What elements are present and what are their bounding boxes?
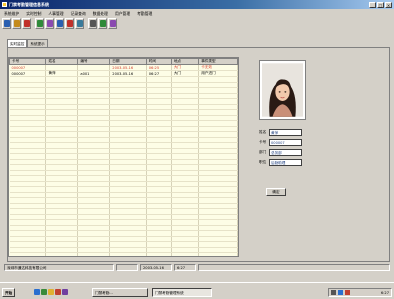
- tab-strip: 实时监控 系统提示: [7, 39, 48, 47]
- card-number-field[interactable]: 000007: [269, 138, 302, 146]
- toolbar-print-button[interactable]: [88, 18, 97, 29]
- taskbar: 开始 门禁考勤... 门禁考勤管理系统 6:27: [0, 282, 394, 299]
- toolbar-user-button[interactable]: [2, 18, 11, 29]
- status-time: 6:27: [174, 264, 196, 271]
- status-bar: 深圳市通达科技有限公司 2003-05-16 6:27: [4, 264, 390, 271]
- task-button-2[interactable]: 门禁考勤管理系统: [152, 288, 212, 297]
- task-button-1[interactable]: 门禁考勤...: [92, 288, 148, 297]
- menu-system[interactable]: 系统维护: [4, 10, 19, 17]
- table-cell: [146, 252, 172, 256]
- toolbar: [2, 18, 117, 30]
- status-blank-2: [198, 264, 390, 271]
- table-cell: [171, 252, 200, 256]
- record-icon: [46, 20, 53, 27]
- help-icon: [99, 20, 106, 27]
- menu-bar: 系统维护 实时控制 人事管理 记录查询 数据处理 用户管理 考勤管理: [0, 10, 394, 17]
- user-icon: [3, 20, 10, 27]
- toolbar-exit-button[interactable]: [108, 18, 117, 29]
- door-icon: [23, 20, 30, 27]
- tab-monitor[interactable]: 实时监控: [7, 39, 28, 47]
- title-bar: 门禁考勤管理信息系统 _ □ ×: [0, 0, 394, 9]
- toolbar-key-button[interactable]: [12, 18, 21, 29]
- ime-icon[interactable]: [345, 290, 350, 295]
- event-grid[interactable]: 卡号 姓名 编号 日期 时间 地点 事件类型 000007 2003-05-16 06:25 大门…: [8, 57, 239, 257]
- menu-realtime[interactable]: 实时控制: [26, 10, 41, 17]
- confirm-button[interactable]: 确定: [266, 188, 286, 196]
- clock-icon: [66, 20, 73, 27]
- close-button[interactable]: ×: [385, 1, 392, 8]
- menu-records[interactable]: 记录查询: [71, 10, 86, 17]
- table-cell: [9, 252, 47, 256]
- toolbar-card-button[interactable]: [35, 18, 44, 29]
- mail-icon[interactable]: [55, 289, 61, 295]
- person-photo: [259, 60, 306, 120]
- report-icon: [56, 20, 63, 27]
- start-button[interactable]: 开始: [2, 288, 16, 297]
- field-name-label: 姓名: [259, 129, 267, 134]
- menu-data[interactable]: 数据处理: [93, 10, 108, 17]
- tray-clock: 6:27: [380, 290, 389, 295]
- volume-icon[interactable]: [331, 290, 336, 295]
- table-cell: [77, 252, 111, 256]
- table-cell: [109, 252, 147, 256]
- quick-launch: [34, 289, 68, 295]
- maximize-button[interactable]: □: [377, 1, 384, 8]
- field-card-label: 卡号: [259, 139, 267, 144]
- portrait-image: [262, 63, 303, 117]
- table-cell: [198, 252, 238, 256]
- ie-icon[interactable]: [34, 289, 40, 295]
- minimize-button[interactable]: _: [369, 1, 376, 8]
- position-field[interactable]: 后勤助理: [269, 158, 302, 166]
- tab-notices[interactable]: 系统提示: [27, 39, 48, 47]
- desktop-icon[interactable]: [41, 289, 47, 295]
- name-field[interactable]: 黄萍: [269, 128, 302, 136]
- person-info: 姓名 黄萍 卡号 000007 部门 总务部 职位 后勤助理: [259, 127, 302, 167]
- settings-icon: [76, 20, 83, 27]
- menu-attendance[interactable]: 考勤管理: [137, 10, 152, 17]
- network-icon[interactable]: [338, 290, 343, 295]
- field-card: 卡号 000007: [259, 137, 302, 147]
- table-row-empty: [9, 252, 238, 256]
- toolbar-door-button[interactable]: [22, 18, 31, 29]
- field-name: 姓名 黄萍: [259, 127, 302, 137]
- field-dept-label: 部门: [259, 149, 267, 154]
- app-icon: [2, 2, 7, 7]
- key-icon: [13, 20, 20, 27]
- window-title: 门禁考勤管理信息系统: [9, 2, 49, 7]
- toolbar-help-button[interactable]: [98, 18, 107, 29]
- menu-personnel[interactable]: 人事管理: [48, 10, 63, 17]
- toolbar-separator: [32, 18, 34, 30]
- status-blank-1: [116, 264, 138, 271]
- media-icon[interactable]: [62, 289, 68, 295]
- table-cell: [45, 252, 79, 256]
- department-field[interactable]: 总务部: [269, 148, 302, 156]
- toolbar-clock-button[interactable]: [65, 18, 74, 29]
- exit-icon: [109, 20, 116, 27]
- menu-users[interactable]: 用户管理: [115, 10, 130, 17]
- toolbar-separator: [85, 18, 87, 30]
- toolbar-report-button[interactable]: [55, 18, 64, 29]
- print-icon: [89, 20, 96, 27]
- toolbar-record-button[interactable]: [45, 18, 54, 29]
- system-tray: 6:27: [328, 288, 392, 297]
- field-position-label: 职位: [259, 159, 267, 164]
- toolbar-settings-button[interactable]: [75, 18, 84, 29]
- card-icon: [36, 20, 43, 27]
- status-company: 深圳市通达科技有限公司: [4, 264, 114, 271]
- status-date: 2003-05-16: [140, 264, 172, 271]
- field-position: 职位 后勤助理: [259, 157, 302, 167]
- folder-icon[interactable]: [48, 289, 54, 295]
- field-dept: 部门 总务部: [259, 147, 302, 157]
